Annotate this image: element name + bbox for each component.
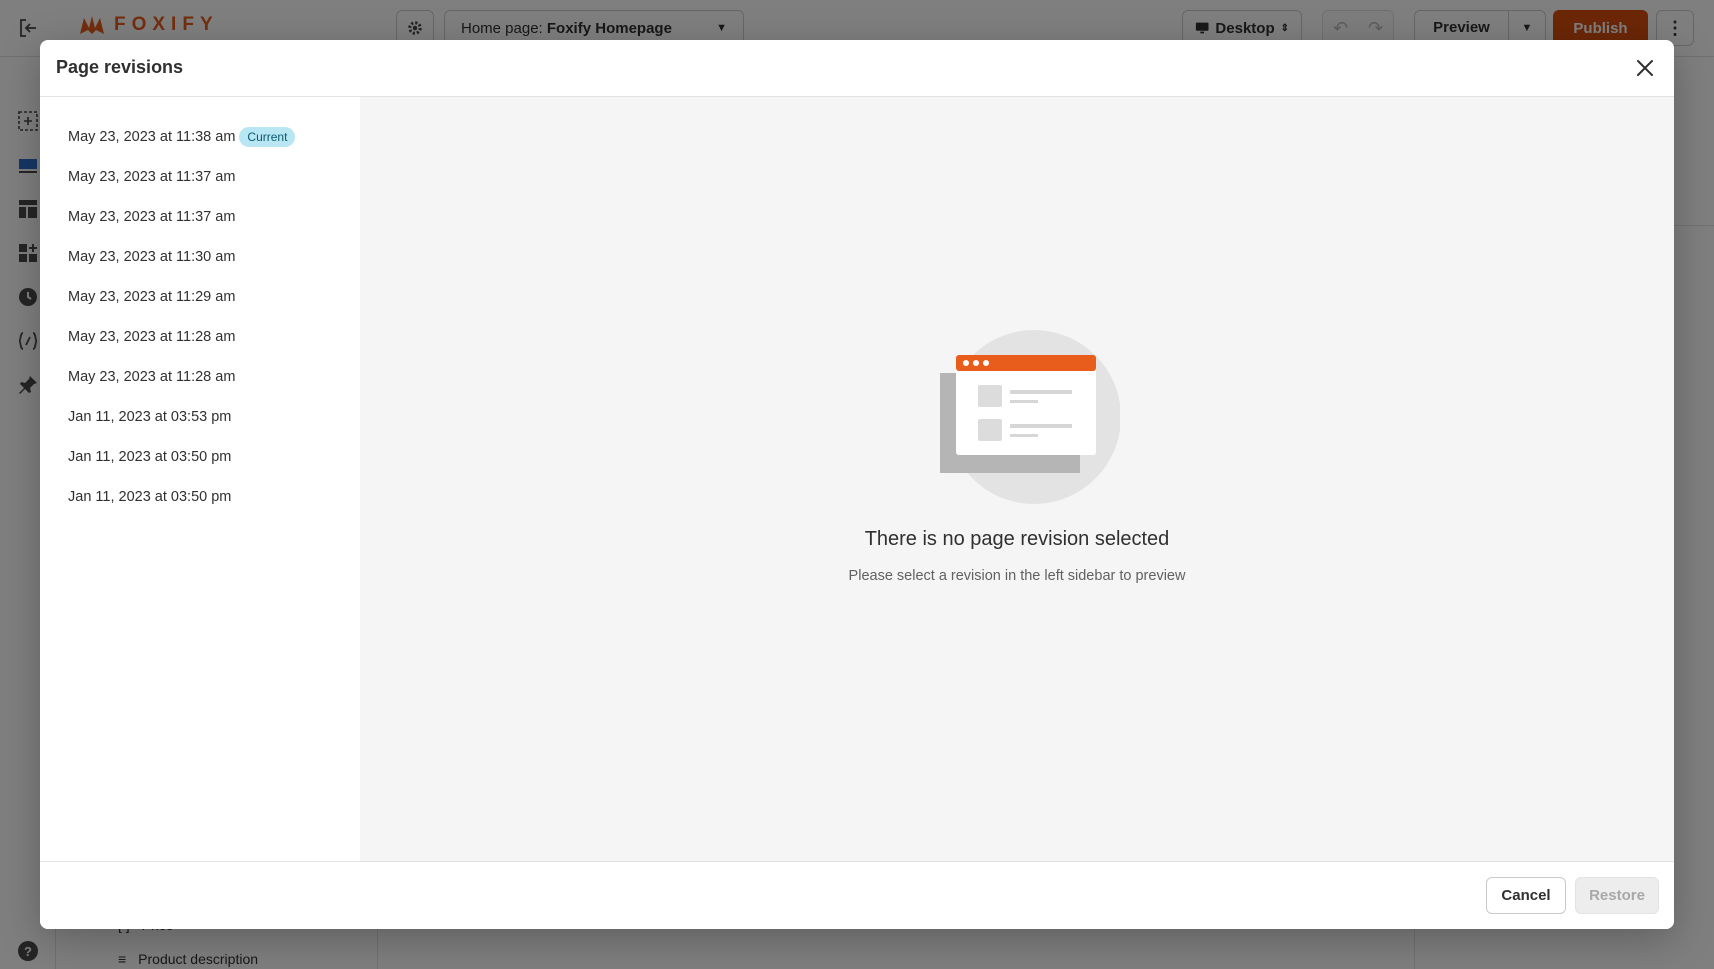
cancel-button[interactable]: Cancel <box>1486 877 1566 914</box>
restore-button[interactable]: Restore <box>1575 877 1659 914</box>
modal-header: Page revisions <box>40 40 1674 97</box>
revision-label: Jan 11, 2023 at 03:53 pm <box>68 409 232 425</box>
revision-label: May 23, 2023 at 11:37 am <box>68 209 236 225</box>
revision-item[interactable]: May 23, 2023 at 11:37 am <box>40 157 360 197</box>
revision-item[interactable]: May 23, 2023 at 11:30 am <box>40 237 360 277</box>
revision-item[interactable]: May 23, 2023 at 11:29 am <box>40 277 360 317</box>
revision-label: May 23, 2023 at 11:30 am <box>68 249 236 265</box>
empty-state-subtitle: Please select a revision in the left sid… <box>848 568 1186 584</box>
revision-list: May 23, 2023 at 11:38 am Current May 23,… <box>40 97 360 861</box>
revision-label: May 23, 2023 at 11:28 am <box>68 369 236 385</box>
close-icon[interactable] <box>1632 55 1658 81</box>
modal-title: Page revisions <box>56 57 184 77</box>
modal-footer: Cancel Restore <box>40 861 1674 929</box>
empty-browser-illustration-icon <box>940 330 1120 504</box>
revision-label: May 23, 2023 at 11:29 am <box>68 289 236 305</box>
empty-state-title: There is no page revision selected <box>864 528 1170 550</box>
current-badge: Current <box>239 127 296 147</box>
revision-label: Jan 11, 2023 at 03:50 pm <box>68 489 232 505</box>
revision-label: May 23, 2023 at 11:28 am <box>68 329 236 345</box>
page-revisions-modal: Page revisions May 23, 2023 at 11:38 am … <box>40 40 1674 929</box>
revision-label: May 23, 2023 at 11:38 am <box>68 129 236 145</box>
revision-item[interactable]: Jan 11, 2023 at 03:50 pm <box>40 477 360 517</box>
revision-label: Jan 11, 2023 at 03:50 pm <box>68 449 232 465</box>
revision-preview-pane: There is no page revision selected Pleas… <box>360 97 1674 861</box>
revision-item[interactable]: May 23, 2023 at 11:37 am <box>40 197 360 237</box>
revision-item[interactable]: Jan 11, 2023 at 03:53 pm <box>40 397 360 437</box>
revision-item[interactable]: Jan 11, 2023 at 03:50 pm <box>40 437 360 477</box>
revision-label: May 23, 2023 at 11:37 am <box>68 169 236 185</box>
revision-item[interactable]: May 23, 2023 at 11:28 am <box>40 357 360 397</box>
revision-item[interactable]: May 23, 2023 at 11:28 am <box>40 317 360 357</box>
revision-item-current[interactable]: May 23, 2023 at 11:38 am Current <box>40 117 360 157</box>
